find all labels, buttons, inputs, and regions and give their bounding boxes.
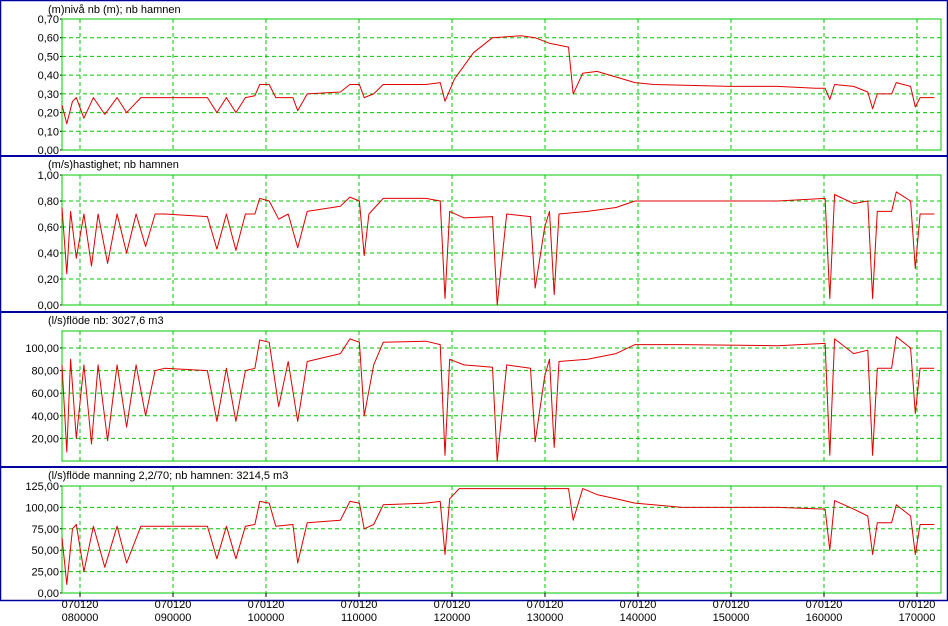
chart-panel-3: (l/s)flöde nb: 3027,6 m3 20,00 40,00 60,00 8… <box>0 311 948 462</box>
y-tick-label: 0,40 <box>38 70 59 82</box>
x-tick-date: 070120 <box>62 599 99 611</box>
y-tick-label: 0,00 <box>38 588 59 600</box>
x-tick-date: 070120 <box>527 599 564 611</box>
y-tick-label: 0,50 <box>38 51 59 63</box>
series-line <box>61 35 935 125</box>
x-tick-date: 070120 <box>341 599 378 611</box>
y-tick-label: 40,00 <box>31 411 59 423</box>
y-tick-label: 0,20 <box>38 274 59 286</box>
x-tick-date: 070120 <box>155 599 192 611</box>
x-tick-time: 140000 <box>620 612 657 624</box>
x-tick-time: 130000 <box>527 612 564 624</box>
panel-title: (l/s)flöde nb: 3027,6 m3 <box>48 315 164 327</box>
plot-area <box>61 174 942 306</box>
y-tick-label: 0,10 <box>38 126 59 138</box>
series-line <box>61 191 935 306</box>
panel-title: (m/s)hastighet; nb hamnen <box>48 159 179 171</box>
x-tick-time: 110000 <box>341 612 377 624</box>
time-axis: 0701200800000701200900000701201000000701… <box>62 593 936 624</box>
x-tick-time: 080000 <box>62 612 99 624</box>
y-tick-label: 100,00 <box>25 502 59 514</box>
y-tick-label: 0,60 <box>38 222 59 234</box>
chart-panel-4: (l/s)flöde manning 2,2/70; nb hamnen: 32… <box>0 466 948 600</box>
panel-title: (l/s)flöde manning 2,2/70; nb hamnen: 32… <box>48 470 288 482</box>
series-line <box>61 336 935 462</box>
y-tick-label: 20,00 <box>31 433 59 445</box>
x-tick-date: 070120 <box>713 599 750 611</box>
y-tick-label: 125,00 <box>25 481 59 493</box>
x-tick-date: 070120 <box>620 599 657 611</box>
x-tick-date: 070120 <box>434 599 471 611</box>
y-tick-label: 25,00 <box>31 567 59 579</box>
plot-area <box>61 330 942 462</box>
y-tick-label: 0,20 <box>38 108 59 120</box>
y-tick-label: 0,30 <box>38 89 59 101</box>
chart-panel-2: (m/s)hastighet; nb hamnen 0,00 0,20 0,40 0,6… <box>0 155 948 312</box>
y-tick-label: 100,00 <box>25 343 59 355</box>
x-tick-time: 120000 <box>434 612 471 624</box>
x-tick-date: 070120 <box>899 599 936 611</box>
chart-panel-1: (m)nivå nb (m); nb hamnen0,000,100,200,3… <box>38 4 942 157</box>
y-tick-label: 0,00 <box>38 300 59 312</box>
y-tick-label: 80,00 <box>31 366 59 378</box>
y-tick-label: 50,00 <box>31 545 59 557</box>
y-tick-label: 0,60 <box>38 33 59 45</box>
x-tick-time: 090000 <box>155 612 192 624</box>
trend-chart: (m)nivå nb (m); nb hamnen 0,00 0,10 0,20 0,3… <box>0 0 948 624</box>
x-tick-time: 170000 <box>899 612 936 624</box>
plot-area <box>61 18 942 151</box>
y-tick-label: 0,80 <box>38 196 59 208</box>
y-tick-label: 0,70 <box>38 14 59 26</box>
y-tick-label: 0,40 <box>38 248 59 260</box>
y-tick-label: 1,00 <box>38 170 59 182</box>
y-tick-label: 75,00 <box>31 524 59 536</box>
x-tick-date: 070120 <box>806 599 843 611</box>
y-tick-label: 60,00 <box>31 388 59 400</box>
x-tick-time: 150000 <box>713 612 750 624</box>
window-frame <box>0 0 948 602</box>
x-tick-date: 070120 <box>248 599 285 611</box>
chart-window: (m)nivå nb (m); nb hamnen 0,00 0,10 0,20 0,3… <box>0 0 948 626</box>
panel-title: (m)nivå nb (m); nb hamnen <box>48 4 181 16</box>
series-line <box>61 488 935 585</box>
plot-area <box>61 485 942 594</box>
x-tick-time: 160000 <box>806 612 843 624</box>
x-tick-time: 100000 <box>248 612 285 624</box>
